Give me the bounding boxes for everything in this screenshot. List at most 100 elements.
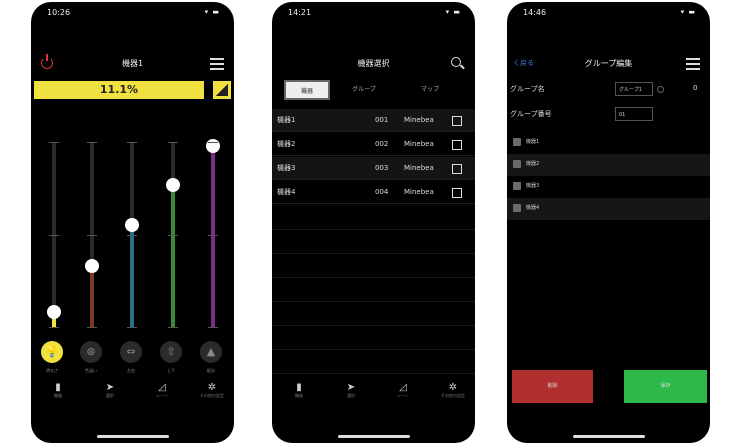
color-mix-icon[interactable]: ⊛ <box>80 341 102 363</box>
member-checkbox[interactable] <box>513 160 521 168</box>
edit-icon[interactable] <box>452 164 462 174</box>
device-row[interactable]: 機器4 004 Minebea <box>272 181 475 204</box>
device-name: 機器3 <box>277 164 296 172</box>
tab-label: シーン <box>397 393 409 398</box>
slider-handle[interactable] <box>85 258 99 273</box>
slider-tick <box>208 327 218 328</box>
tab-settings[interactable]: ✲ その他の設定 <box>197 382 227 399</box>
device-name: 機器1 <box>277 116 296 124</box>
slider-tick <box>127 142 137 143</box>
swap-icon[interactable]: ⇔ <box>120 341 142 363</box>
settings-icon: ✲ <box>448 382 458 393</box>
member-label: 機器4 <box>526 205 540 211</box>
home-indicator <box>573 435 645 438</box>
menu-icon[interactable] <box>210 58 224 70</box>
segment-devices[interactable]: 機器 <box>284 80 330 100</box>
device-name: 機器2 <box>277 140 296 148</box>
spread-icon[interactable]: ▲ <box>200 341 222 363</box>
status-time: 10:26 <box>47 8 71 17</box>
device-maker: Minebea <box>404 164 434 172</box>
device-maker: Minebea <box>404 188 434 196</box>
empty-row <box>272 327 475 350</box>
member-row[interactable]: 機器4 <box>507 198 710 220</box>
tab-scene[interactable]: ◿ シーン <box>388 382 418 399</box>
member-label: 機器1 <box>526 139 540 145</box>
empty-row <box>272 351 475 374</box>
status-icons: ▾ ▬ <box>204 8 220 16</box>
scene-icon: ◿ <box>399 382 407 393</box>
device-number: 001 <box>375 116 389 124</box>
slider-tick <box>49 327 59 328</box>
empty-row <box>272 303 475 326</box>
device-number: 004 <box>375 188 389 196</box>
empty-row <box>272 207 475 230</box>
save-button[interactable]: 保存 <box>624 370 707 403</box>
device-row[interactable]: 機器2 002 Minebea <box>272 133 475 156</box>
device-row[interactable]: 機器1 001 Minebea <box>272 109 475 132</box>
search-icon[interactable] <box>451 57 461 67</box>
brightness-value[interactable]: 11.1% <box>34 81 204 99</box>
bulb-icon[interactable]: 💡 <box>41 341 63 363</box>
delete-button[interactable]: 削除 <box>512 370 593 403</box>
tab-scene[interactable]: ◿ シーン <box>147 382 177 399</box>
auto-brightness-button[interactable] <box>213 81 231 99</box>
tab-select[interactable]: ➤ 選択 <box>336 382 366 399</box>
mode-label: 左右 <box>127 368 135 373</box>
member-checkbox[interactable] <box>513 204 521 212</box>
group-number-label: グループ番号 <box>510 110 552 118</box>
page-title: 機器選択 <box>357 59 390 68</box>
device-row[interactable]: 機器3 003 Minebea <box>272 157 475 180</box>
status-icons: ▾ ▬ <box>445 8 461 16</box>
group-name-count: 0 <box>693 84 698 92</box>
slider-tick <box>87 142 97 143</box>
group-number-input[interactable]: 01 <box>615 107 653 121</box>
slider-tick <box>49 234 59 236</box>
device-maker: Minebea <box>404 140 434 148</box>
device-name: 機器4 <box>277 188 296 196</box>
slider-handle[interactable] <box>47 305 61 320</box>
tab-select[interactable]: ➤ 選択 <box>95 382 125 399</box>
select-icon: ➤ <box>346 382 356 393</box>
member-row[interactable]: 機器3 <box>507 176 710 198</box>
slider-tick <box>127 234 137 236</box>
clear-icon[interactable] <box>657 86 664 93</box>
tab-label: 機器 <box>54 393 62 398</box>
tab-device[interactable]: ▮ 機器 <box>43 382 73 399</box>
tab-device[interactable]: ▮ 機器 <box>284 382 314 399</box>
home-indicator <box>97 435 169 438</box>
member-row[interactable]: 機器2 <box>507 154 710 176</box>
phone-screen-device-select: 14:21 ▾ ▬ 機器選択 機器 グループ マップ 機器1 001 Minebea… <box>272 2 475 443</box>
page-title: 機器1 <box>121 59 144 68</box>
mode-label: 上下 <box>167 368 175 373</box>
tab-label: 選択 <box>347 393 355 398</box>
member-checkbox[interactable] <box>513 182 521 190</box>
member-label: 機器2 <box>526 161 540 167</box>
member-row[interactable]: 機器1 <box>507 132 710 154</box>
mode-label: 明るさ <box>46 368 58 373</box>
member-checkbox[interactable] <box>513 138 521 146</box>
tab-label: シーン <box>156 393 168 398</box>
slider-handle[interactable] <box>206 138 220 153</box>
empty-row <box>272 231 475 254</box>
tab-label: 選択 <box>106 393 114 398</box>
nav-bar: 機器選択 <box>272 52 475 76</box>
group-name-input[interactable]: グループ1 <box>615 82 653 96</box>
segment-map[interactable]: マップ <box>400 80 460 100</box>
segment-groups[interactable]: グループ <box>334 80 394 100</box>
up-icon[interactable]: ⇧ <box>160 341 182 363</box>
device-maker: Minebea <box>404 116 434 124</box>
slider-handle[interactable] <box>166 177 180 192</box>
tab-label: 機器 <box>295 393 303 398</box>
edit-icon[interactable] <box>452 116 462 126</box>
edit-icon[interactable] <box>452 188 462 198</box>
slider-handle[interactable] <box>125 218 139 233</box>
mode-label: 配光 <box>207 368 215 373</box>
edit-icon[interactable] <box>452 140 462 150</box>
device-number: 003 <box>375 164 389 172</box>
scene-icon: ◿ <box>158 382 166 393</box>
tab-settings[interactable]: ✲ その他の設定 <box>438 382 468 399</box>
status-bar: 10:26 ▾ ▬ <box>45 8 220 20</box>
menu-icon[interactable] <box>686 58 700 70</box>
slider-tick <box>168 142 178 143</box>
slider-tick <box>87 234 97 236</box>
